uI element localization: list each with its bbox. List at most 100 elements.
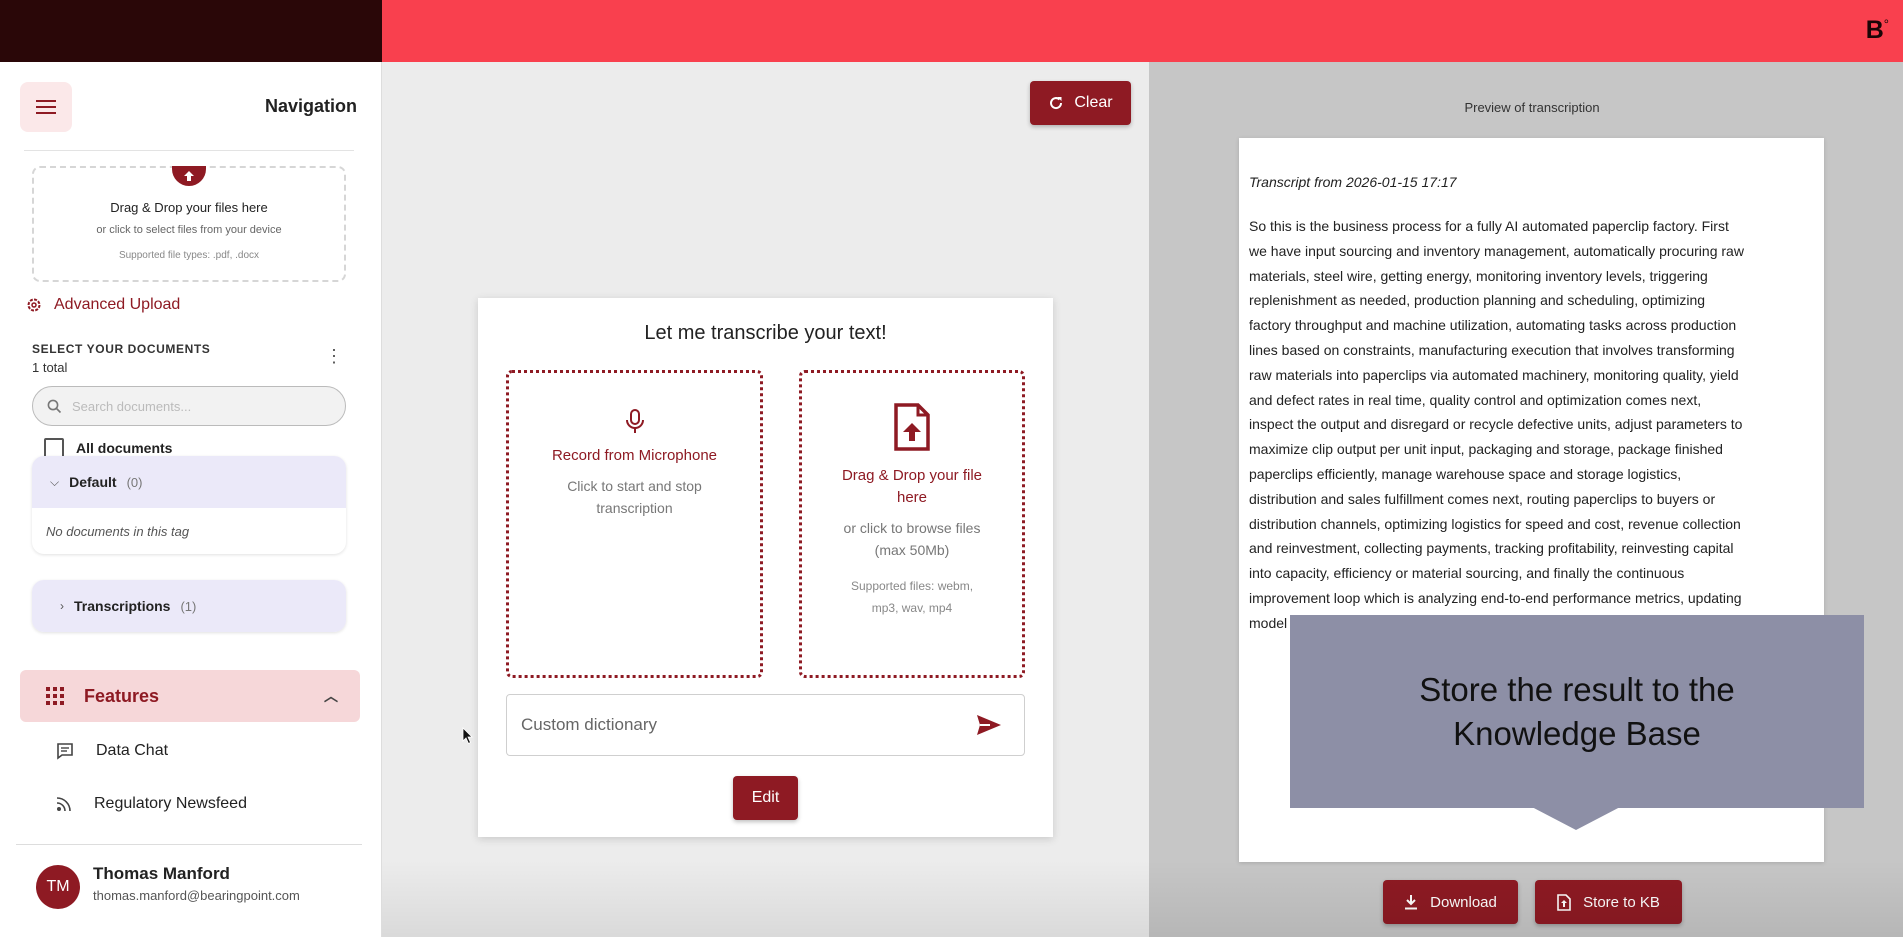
chevron-down-icon: ⌵ (50, 474, 60, 489)
transcript-body: So this is the business process for a fu… (1249, 214, 1814, 636)
navigation-title: Navigation (264, 96, 357, 116)
store-to-kb-label: Store to KB (1583, 893, 1660, 911)
transcript-line: factory throughput and machine utilizati… (1249, 317, 1737, 334)
record-subtitle-line-1: Click to start and stop (567, 478, 702, 494)
gear-icon (27, 298, 41, 312)
transcript-line: improvement loop which is analyzing end-… (1249, 589, 1742, 606)
refresh-icon (1050, 97, 1063, 110)
file-title-line-2: here (896, 489, 928, 506)
feature-item-label: Regulatory Newsfeed (94, 795, 247, 812)
more-options-icon[interactable]: ⋮ (325, 347, 343, 365)
custom-dictionary-field (506, 694, 1025, 756)
download-icon (1405, 895, 1418, 910)
file-drop-box[interactable]: Drag & Drop your file here or click to b… (799, 370, 1025, 678)
clear-label: Clear (1074, 94, 1113, 111)
store-to-kb-tooltip: Store the result to the Knowledge Base (1290, 615, 1864, 808)
transcript-line: distribution channels, optimizing logist… (1249, 515, 1741, 532)
store-to-kb-button[interactable]: Store to KB (1535, 880, 1682, 924)
tooltip-pointer (1530, 806, 1622, 830)
record-from-microphone-box[interactable]: Record from Microphone Click to start an… (506, 370, 763, 678)
divider (16, 844, 362, 845)
mouse-cursor-icon (462, 727, 473, 745)
rss-icon (56, 797, 71, 812)
transcript-line: inspect the output and disregard or recy… (1249, 416, 1743, 433)
features-section-toggle[interactable]: Features ︿ (20, 670, 360, 722)
all-documents-option[interactable]: All documents (44, 438, 172, 458)
tag-transcriptions-header[interactable]: › Transcriptions (1) (32, 580, 346, 632)
advanced-upload-label: Advanced Upload (54, 296, 181, 313)
custom-dictionary-input[interactable] (521, 715, 961, 735)
all-documents-checkbox[interactable] (44, 438, 64, 458)
record-title: Record from Microphone (551, 447, 718, 464)
chevron-up-icon: ︿ (324, 688, 338, 704)
transcript-heading: Transcript from 2026-01-15 17:17 (1249, 174, 1457, 190)
transcript-line: materials, steel wire, getting energy, m… (1249, 267, 1708, 284)
tag-name: Default (69, 474, 117, 490)
transcript-line: into capacity, efficiency or material so… (1249, 565, 1685, 582)
tag-transcriptions: › Transcriptions (1) (32, 580, 346, 632)
brand-logo: B° (1865, 16, 1889, 44)
upload-icon (172, 166, 206, 186)
tooltip-line-1: Store the result to the (1419, 670, 1735, 708)
file-types-line-1: Supported files: webm, (850, 579, 974, 593)
file-upload-icon (802, 403, 1022, 456)
dropzone-file-types: Supported file types: .pdf, .docx (118, 250, 260, 261)
tooltip-line-2: Knowledge Base (1453, 714, 1701, 752)
documents-total: 1 total (32, 360, 68, 375)
tag-count: (1) (180, 598, 197, 614)
chat-icon (57, 743, 73, 760)
divider (24, 150, 354, 151)
tag-name: Transcriptions (74, 598, 171, 614)
user-name: Thomas Manford (93, 864, 230, 883)
grid-icon (46, 687, 64, 705)
transcript-line: we have input sourcing and inventory man… (1249, 242, 1744, 259)
dropzone-subtitle: or click to select files from your devic… (96, 224, 282, 236)
file-subtitle-line-2: (max 50Mb) (874, 542, 950, 558)
search-icon (47, 399, 62, 413)
sidebar: Navigation Drag & Drop your files here o… (0, 62, 382, 937)
tag-default-header[interactable]: ⌵ Default (0) (32, 456, 346, 508)
feature-item-regulatory-newsfeed[interactable]: Regulatory Newsfeed (56, 795, 247, 813)
dropzone-title: Drag & Drop your files here (110, 200, 268, 215)
search-documents-field (32, 386, 346, 426)
preview-label: Preview of transcription (1464, 100, 1600, 115)
send-icon[interactable] (976, 714, 1002, 736)
transcribe-card: Let me transcribe your text! Record from… (478, 298, 1053, 837)
transcript-line: So this is the business process for a fu… (1249, 218, 1729, 234)
transcript-line: maximize clip output per unit input, pac… (1249, 441, 1723, 458)
tag-empty-message: No documents in this tag (46, 523, 190, 539)
edit-button[interactable]: Edit (733, 776, 798, 820)
feature-item-label: Data Chat (96, 742, 169, 759)
avatar[interactable]: TM (36, 865, 80, 909)
select-documents-heading: SELECT YOUR DOCUMENTS (32, 342, 211, 356)
hamburger-icon (36, 100, 56, 114)
record-subtitle-line-2: transcription (596, 500, 673, 516)
feature-item-data-chat[interactable]: Data Chat (56, 742, 168, 760)
top-bar-dark-segment (0, 0, 382, 62)
clear-button[interactable]: Clear (1030, 81, 1131, 125)
transcript-line: replenishment as needed, production plan… (1249, 292, 1706, 309)
transcript-line: lines based on constraints, manufacturin… (1249, 341, 1735, 358)
tag-count: (0) (126, 474, 143, 490)
transcript-line: distribution and sales fulfillment comes… (1249, 490, 1716, 507)
tag-default: ⌵ Default (0) No documents in this tag (32, 456, 346, 554)
user-email: thomas.manford@bearingpoint.com (93, 888, 300, 903)
file-upload-icon (1557, 893, 1571, 911)
file-upload-dropzone[interactable]: Drag & Drop your files here or click to … (32, 166, 346, 282)
advanced-upload-link[interactable]: Advanced Upload (26, 296, 180, 314)
chevron-right-icon: › (60, 599, 64, 613)
card-title: Let me transcribe your text! (644, 322, 887, 344)
download-button[interactable]: Download (1383, 880, 1518, 924)
features-label: Features (84, 685, 160, 706)
transcript-line: and defect rates in real time, quality c… (1249, 391, 1702, 408)
download-label: Download (1430, 893, 1497, 911)
file-title-line-1: Drag & Drop your file (841, 467, 983, 484)
transcript-line: paperclips efficiently, manage warehouse… (1249, 465, 1682, 482)
all-documents-label: All documents (76, 440, 173, 456)
file-subtitle-line-1: or click to browse files (843, 520, 981, 536)
search-input[interactable] (72, 398, 322, 414)
file-types-line-2: mp3, wav, mp4 (871, 601, 953, 615)
transcript-line: and reinvestment, collecting payments, t… (1249, 540, 1734, 557)
hamburger-menu-button[interactable] (20, 82, 72, 132)
transcript-line: raw materials into paperclips via automa… (1249, 366, 1739, 383)
